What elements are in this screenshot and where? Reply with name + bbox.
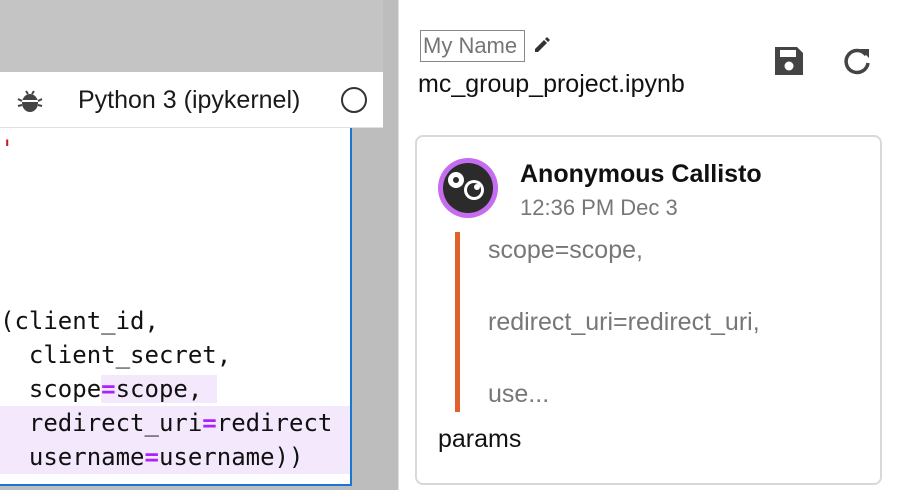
pencil-icon[interactable] [532,35,552,55]
notebook-scrollbar[interactable] [383,72,398,490]
kernel-name[interactable]: Python 3 (ipykernel) [78,86,300,115]
message-author: Anonymous Callisto [520,160,762,188]
name-input[interactable] [420,30,525,62]
save-icon[interactable] [772,44,806,78]
quote-bar [455,232,460,412]
code-line: client_secret, [0,341,232,369]
code-cell[interactable]: ' (client_id, client_secret, scope=scope… [0,128,352,486]
message-body: params [438,425,522,453]
quote-line: scope=scope, [488,236,643,264]
notebook-name: mc_group_project.ipynb [418,70,685,98]
kernel-status-circle-icon [341,87,367,113]
code-line: redirect_uri=redirect [0,406,350,440]
code-line: ' [0,135,15,163]
refresh-icon[interactable] [840,44,874,78]
code-line: username=username)) [0,440,350,474]
bug-icon[interactable] [17,89,43,113]
code-line: (client_id, [0,307,159,335]
quote-line: redirect_uri=redirect_uri, [488,308,760,336]
quote-line: use... [488,380,550,408]
notebook-tabbar [0,0,383,72]
code-line: scope=scope, [0,375,217,403]
avatar-icon [438,158,498,218]
message-timestamp: 12:36 PM Dec 3 [520,195,678,220]
